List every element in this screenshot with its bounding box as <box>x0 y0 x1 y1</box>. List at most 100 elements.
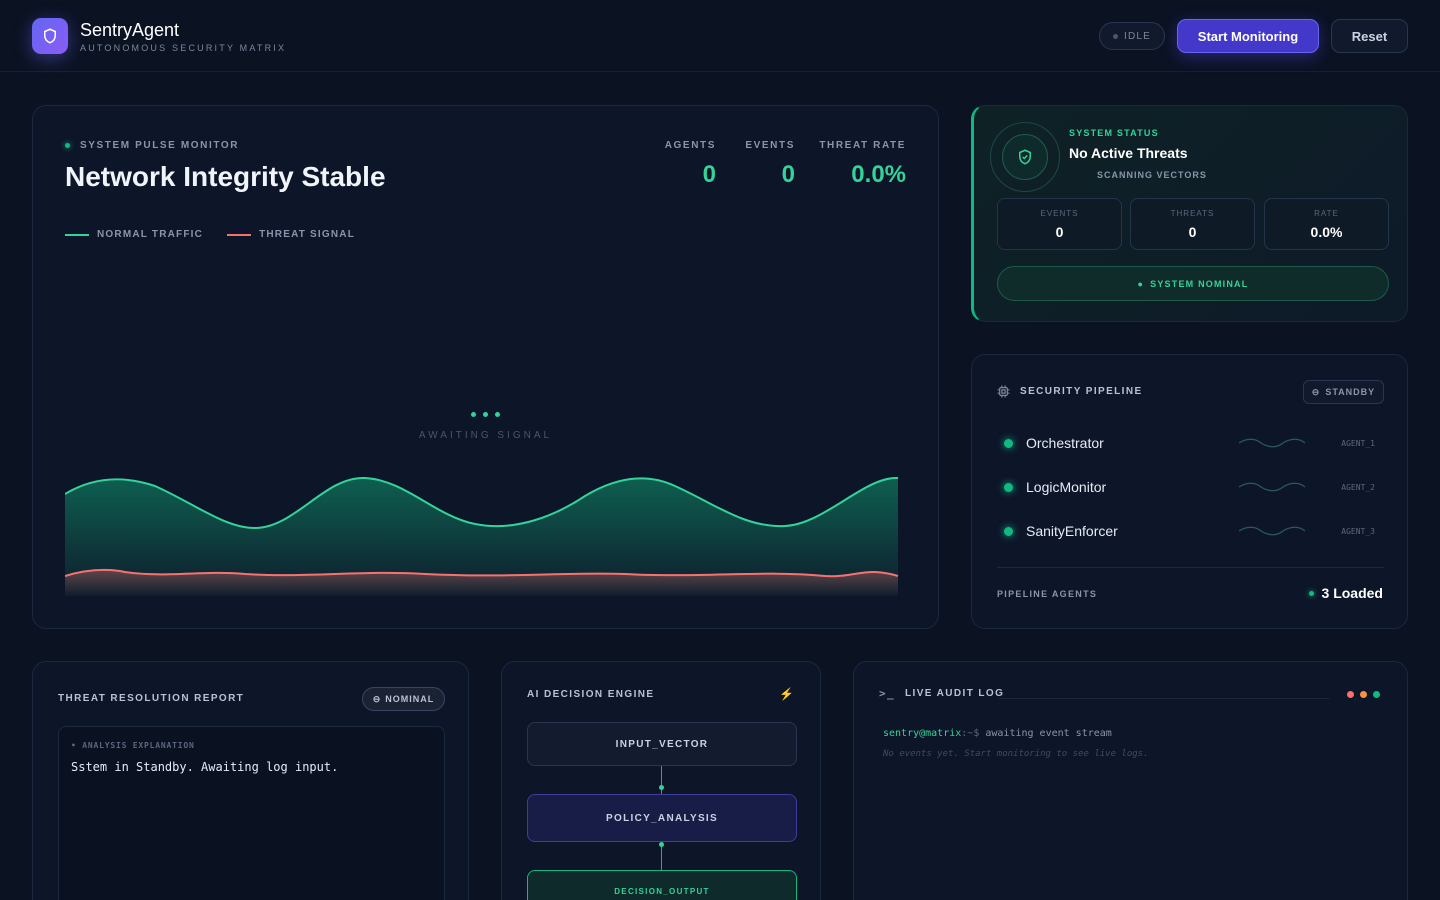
dot-red-icon <box>1347 691 1354 698</box>
status-ring-inner <box>1002 134 1048 180</box>
cpu-icon <box>997 385 1010 398</box>
report-title: THREAT RESOLUTION REPORT <box>58 693 245 704</box>
pipeline-agents-count: 3 Loaded <box>1308 585 1383 601</box>
reset-button[interactable]: Reset <box>1331 19 1408 53</box>
status-eyebrow: SYSTEM STATUS <box>1069 128 1159 138</box>
analysis-label: • ANALYSIS EXPLANATION <box>71 741 195 750</box>
legend-threat: THREAT SIGNAL <box>227 229 355 240</box>
shield-icon <box>44 28 56 44</box>
node-decision-output: DECISION_OUTPUT <box>527 870 797 900</box>
standby-label: STANDBY <box>1325 387 1376 397</box>
metric-events: EVENTS 0 <box>997 198 1122 250</box>
analysis-dot-icon: • <box>71 741 77 750</box>
agent-wave-icon <box>1239 482 1305 492</box>
metric-label: EVENTS <box>1040 209 1079 218</box>
divider <box>999 698 1329 699</box>
standby-badge: ⊖ STANDBY <box>1303 380 1384 404</box>
agent-name: SanityEnforcer <box>1026 523 1118 539</box>
legend-normal: NORMAL TRAFFIC <box>65 229 203 240</box>
divider <box>997 567 1384 568</box>
analysis-text: Sstem in Standby. Awaiting log input. <box>71 760 339 774</box>
stat-value: 0 <box>702 161 716 188</box>
nominal-badge: ⊖ NOMINAL <box>362 687 445 711</box>
stat-value: 0.0% <box>851 161 906 188</box>
pipeline-agents-value: 3 Loaded <box>1321 585 1383 601</box>
shield-check-icon <box>1019 149 1031 165</box>
node-policy-analysis: POLICY_ANALYSIS <box>527 794 797 842</box>
ai-title: AI DECISION ENGINE <box>527 689 655 700</box>
agent-status-dot-icon <box>1004 526 1013 536</box>
stat-events: EVENTS 0 <box>745 140 795 189</box>
loaded-dot-icon <box>1308 590 1314 596</box>
agent-wave-icon <box>1239 438 1305 448</box>
prompt-user: sentry@matrix <box>883 728 962 739</box>
pipeline-agent-row[interactable]: LogicMonitor AGENT_2 <box>997 465 1387 509</box>
status-pill: IDLE <box>1099 22 1165 50</box>
metric-value: 0 <box>1055 224 1064 240</box>
pipeline-agents-label: PIPELINE AGENTS <box>997 589 1098 599</box>
analysis-box: • ANALYSIS EXPLANATION Sstem in Standby.… <box>58 726 445 900</box>
window-dots <box>1347 691 1380 698</box>
connector-dot-icon <box>659 785 664 790</box>
agent-wave-icon <box>1239 526 1305 536</box>
stat-threat-rate: THREAT RATE 0.0% <box>819 140 906 189</box>
status-subtitle: SCANNING VECTORS <box>1097 170 1207 180</box>
pulse-eyebrow-label: SYSTEM PULSE MONITOR <box>80 140 240 151</box>
awaiting-label: AWAITING SIGNAL <box>418 430 553 441</box>
status-title: No Active Threats <box>1069 145 1188 161</box>
prompt-path: :~$ <box>961 728 980 739</box>
stat-label: THREAT RATE <box>819 140 906 151</box>
brand-subtitle: AUTONOMOUS SECURITY MATRIX <box>80 43 287 53</box>
agent-status-dot-icon <box>1004 482 1013 492</box>
legend-label: THREAT SIGNAL <box>259 229 356 240</box>
stat-agents: AGENTS 0 <box>665 140 716 189</box>
metric-value: 0.0% <box>1310 224 1343 240</box>
pipeline-agent-row[interactable]: Orchestrator AGENT_1 <box>997 421 1387 465</box>
brand-title: SentryAgent <box>80 20 180 40</box>
agent-tag: AGENT_3 <box>1341 526 1375 536</box>
traffic-wave <box>65 476 899 596</box>
start-monitoring-button[interactable]: Start Monitoring <box>1177 19 1319 53</box>
agent-name: Orchestrator <box>1026 435 1104 451</box>
metric-label: RATE <box>1314 209 1339 218</box>
app-header: SentryAgent AUTONOMOUS SECURITY MATRIX I… <box>0 0 1440 72</box>
metric-threats: THREATS 0 <box>1130 198 1255 250</box>
legend-line-icon <box>227 233 252 236</box>
legend-label: NORMAL TRAFFIC <box>97 229 204 240</box>
connector-dot-icon <box>659 842 664 847</box>
log-empty-text: No events yet. Start monitoring to see l… <box>883 749 1149 759</box>
nominal-label: SYSTEM NOMINAL <box>1150 278 1249 289</box>
nominal-badge-label: NOMINAL <box>385 694 435 704</box>
stat-label: EVENTS <box>745 140 795 151</box>
metric-label: THREATS <box>1170 209 1215 218</box>
nominal-icon: ⊖ <box>372 693 382 704</box>
live-dot-icon <box>65 143 70 148</box>
metric-rate: RATE 0.0% <box>1264 198 1389 250</box>
metric-value: 0 <box>1188 224 1197 240</box>
security-pipeline-card: SECURITY PIPELINE ⊖ STANDBY Orchestrator … <box>971 354 1408 629</box>
system-nominal-badge: ● SYSTEM NOMINAL <box>997 266 1389 301</box>
ai-decision-card: AI DECISION ENGINE ⚡ INPUT_VECTOR POLICY… <box>501 661 821 900</box>
status-ring <box>990 122 1060 192</box>
legend-line-icon <box>65 233 89 236</box>
dot-green-icon <box>1373 691 1380 698</box>
standby-icon: ⊖ <box>1311 386 1321 397</box>
stat-label: AGENTS <box>664 140 716 151</box>
awaiting-signal: AWAITING SIGNAL <box>33 412 938 441</box>
audit-log-card: >_ LIVE AUDIT LOG sentry@matrix:~$ awaiti… <box>853 661 1408 900</box>
threat-report-card: THREAT RESOLUTION REPORT ⊖ NOMINAL • ANAL… <box>32 661 469 900</box>
status-dot-icon <box>1112 33 1118 39</box>
bolt-icon: ⚡ <box>779 687 794 701</box>
node-input-vector: INPUT_VECTOR <box>527 722 797 766</box>
pipeline-agent-row[interactable]: SanityEnforcer AGENT_3 <box>997 509 1387 553</box>
app-logo <box>32 18 68 54</box>
stat-value: 0 <box>781 161 795 188</box>
status-pill-label: IDLE <box>1123 30 1152 42</box>
pipeline-header: SECURITY PIPELINE <box>997 385 1143 398</box>
analysis-label-text: ANALYSIS EXPLANATION <box>82 741 195 750</box>
log-prompt-line: sentry@matrix:~$ awaiting event stream <box>883 728 1112 739</box>
agent-tag: AGENT_2 <box>1341 482 1375 492</box>
pulse-monitor-card: SYSTEM PULSE MONITOR Network Integrity S… <box>32 105 939 629</box>
prompt-text: awaiting event stream <box>985 728 1112 739</box>
audit-title: LIVE AUDIT LOG <box>905 688 1005 699</box>
